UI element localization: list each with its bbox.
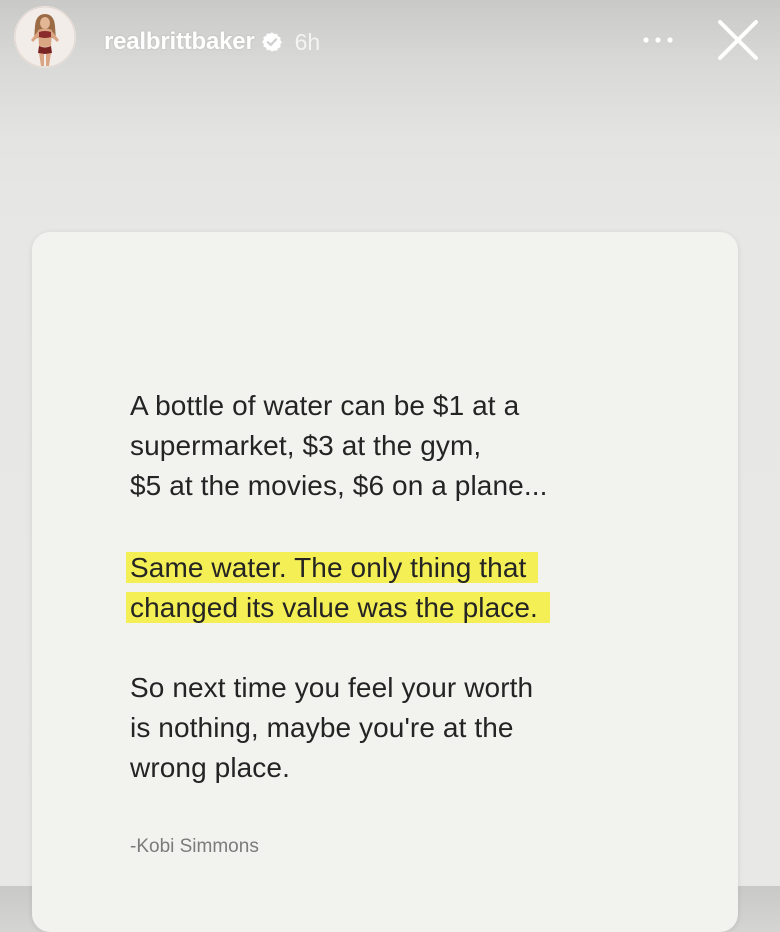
story-header: realbrittbaker 6h [0,0,780,90]
quote-line: wrong place. [130,752,290,783]
quote-line: supermarket, $3 at the gym, [130,430,482,461]
verified-badge-icon [261,31,283,53]
highlighted-line: changed its value was the place. [126,592,550,623]
more-dots-icon [643,37,673,43]
quote-paragraph-1: A bottle of water can be $1 at a superma… [130,386,547,506]
quote-line: A bottle of water can be $1 at a [130,390,520,421]
quote-author: -Kobi Simmons [130,836,259,857]
account-info: realbrittbaker 6h [104,26,320,58]
more-options-button[interactable] [638,24,678,56]
quote-paragraph-3: So next time you feel your worth is noth… [130,668,533,788]
quote-line: $5 at the movies, $6 on a plane... [130,470,548,501]
avatar[interactable] [14,6,76,68]
username[interactable]: realbrittbaker [104,28,255,56]
quote-line: So next time you feel your worth [130,672,534,703]
highlighted-paragraph: Same water. The only thing that changed … [126,548,550,628]
close-x-icon [718,20,758,60]
quote-line: is nothing, maybe you're at the [130,712,514,743]
highlighted-line: Same water. The only thing that [126,552,539,583]
quote-card: A bottle of water can be $1 at a superma… [32,232,738,932]
close-button[interactable] [712,14,764,66]
post-time: 6h [294,28,321,55]
profile-photo-icon [14,6,76,68]
